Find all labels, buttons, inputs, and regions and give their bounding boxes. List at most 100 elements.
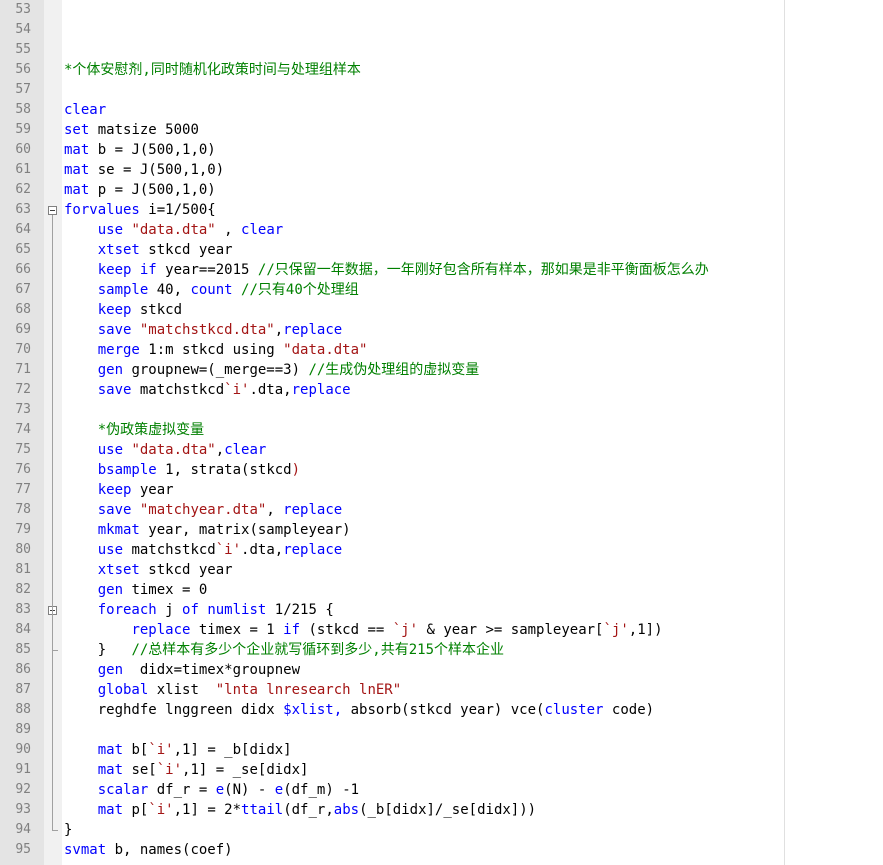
code-line[interactable]: 94}: [0, 820, 883, 840]
code-line[interactable]: 95 svmat b, names(coef): [0, 840, 883, 860]
code-token: matchstkcd: [123, 542, 216, 558]
code-line[interactable]: 92 scalar df_r = e(N) - e(df_m) -1: [0, 780, 883, 800]
code-line[interactable]: 74 *伪政策虚拟变量: [0, 420, 883, 440]
code-token: groupnew=(_merge==3): [123, 362, 309, 378]
code-token: *个体安慰剂,同时随机化政策时间与处理组样本: [64, 62, 361, 78]
code-line[interactable]: 59 set matsize 5000: [0, 120, 883, 140]
code-token: b = J(500,1,0): [89, 142, 216, 158]
code-token: se[: [123, 762, 157, 778]
line-number: 94: [15, 822, 31, 837]
code-line[interactable]: 57: [0, 80, 883, 100]
code-line[interactable]: 61 mat se = J(500,1,0): [0, 160, 883, 180]
code-token: mat: [64, 142, 90, 158]
fold-collapse-icon[interactable]: [48, 206, 57, 215]
code-line[interactable]: 56 *个体安慰剂,同时随机化政策时间与处理组样本: [0, 60, 883, 80]
code-text: use matchstkcd`i'.dta,replace: [64, 540, 342, 560]
fold-end-marker: [52, 830, 58, 831]
code-line[interactable]: 88 reghdfe lnggreen didx $xlist, absorb(…: [0, 700, 883, 720]
code-line[interactable]: 58 clear: [0, 100, 883, 120]
code-line[interactable]: 71 gen groupnew=(_merge==3) //生成伪处理组的虚拟变…: [0, 360, 883, 380]
code-line[interactable]: 62 mat p = J(500,1,0): [0, 180, 883, 200]
code-line[interactable]: 78 save "matchyear.dta", replace: [0, 500, 883, 520]
code-line[interactable]: 67 sample 40, count //只有40个处理组: [0, 280, 883, 300]
code-line[interactable]: 60 mat b = J(500,1,0): [0, 140, 883, 160]
code-token: ,: [274, 322, 284, 338]
code-text: bsample 1, strata(stkcd): [64, 460, 300, 480]
code-line[interactable]: 64 use "data.dta" , clear: [0, 220, 883, 240]
code-line[interactable]: 82 gen timex = 0: [0, 580, 883, 600]
code-line[interactable]: 90 mat b[`i',1] = _b[didx]: [0, 740, 883, 760]
code-token: ,1]): [628, 622, 663, 638]
code-line[interactable]: 77 keep year: [0, 480, 883, 500]
code-token: "matchstkcd.dta": [139, 322, 275, 338]
code-line[interactable]: 86 gen didx=timex*groupnew: [0, 660, 883, 680]
code-line[interactable]: 53: [0, 0, 883, 20]
code-token: abs: [333, 802, 360, 818]
code-line[interactable]: 55: [0, 40, 883, 60]
code-token: *伪政策虚拟变量: [97, 422, 205, 438]
code-token: `i': [148, 802, 174, 818]
code-token: of: [182, 602, 199, 618]
code-line[interactable]: 54: [0, 20, 883, 40]
code-token: j: [156, 602, 183, 618]
code-token: mat: [97, 762, 124, 778]
code-line[interactable]: 81 xtset stkcd year: [0, 560, 883, 580]
line-number: 70: [15, 342, 31, 357]
code-token: absorb(stkcd year) vce(: [342, 702, 545, 718]
code-token: global: [97, 682, 149, 698]
code-token: year: [131, 482, 174, 498]
code-token: mat: [64, 182, 90, 198]
code-token: "matchyear.dta": [139, 502, 267, 518]
code-token: stkcd: [249, 462, 292, 478]
code-text: mat p = J(500,1,0): [64, 180, 216, 200]
code-line[interactable]: 66 keep if year==2015 //只保留一年数据，一年刚好包含所有…: [0, 260, 883, 280]
code-line[interactable]: 93 mat p[`i',1] = 2*ttail(df_r,abs(_b[di…: [0, 800, 883, 820]
code-text: replace timex = 1 if (stkcd == `j' & yea…: [64, 620, 663, 640]
line-number: 68: [15, 302, 31, 317]
code-line[interactable]: 79 mkmat year, matrix(sampleyear): [0, 520, 883, 540]
line-number: 76: [15, 462, 31, 477]
code-token: count: [190, 282, 233, 298]
code-line[interactable]: 91 mat se[`i',1] = _se[didx]: [0, 760, 883, 780]
code-line[interactable]: 89: [0, 720, 883, 740]
code-line[interactable]: 76 bsample 1, strata(stkcd): [0, 460, 883, 480]
code-line[interactable]: 83 foreach j of numlist 1/215 {: [0, 600, 883, 620]
line-number: 55: [15, 42, 31, 57]
code-token: xtset: [97, 242, 140, 258]
code-text: *伪政策虚拟变量: [64, 420, 204, 440]
code-token: ,: [215, 222, 242, 238]
code-line[interactable]: 80 use matchstkcd`i'.dta,replace: [0, 540, 883, 560]
code-text: reghdfe lnggreen didx $xlist, absorb(stk…: [64, 700, 654, 720]
code-line[interactable]: 63 forvalues i=1/500{: [0, 200, 883, 220]
code-editor[interactable]: 53 54 55 56 *个体安慰剂,同时随机化政策时间与处理组样本 57 58 clear 5…: [0, 0, 883, 865]
code-token: df_r =: [148, 782, 216, 798]
code-token: didx=timex*groupnew: [123, 662, 301, 678]
code-text: keep stkcd: [64, 300, 182, 320]
code-text: svmat b, names(coef): [64, 840, 233, 860]
code-line[interactable]: 85 } //总样本有多少个企业就写循环到多少,共有215个样本企业: [0, 640, 883, 660]
code-token: keep: [97, 302, 132, 318]
code-line[interactable]: 75 use "data.dta",clear: [0, 440, 883, 460]
code-token: .dta,: [241, 542, 284, 558]
code-line[interactable]: 68 keep stkcd: [0, 300, 883, 320]
code-text: global xlist "lnta lnresearch lnER": [64, 680, 401, 700]
code-line[interactable]: 73: [0, 400, 883, 420]
line-number: 56: [15, 62, 31, 77]
code-token: ,1] = _se[didx]: [182, 762, 309, 778]
code-token: save: [97, 322, 132, 338]
code-line[interactable]: 70 merge 1:m stkcd using "data.dta": [0, 340, 883, 360]
code-line[interactable]: 87 global xlist "lnta lnresearch lnER": [0, 680, 883, 700]
code-line[interactable]: 69 save "matchstkcd.dta",replace: [0, 320, 883, 340]
code-line[interactable]: 84 replace timex = 1 if (stkcd == `j' & …: [0, 620, 883, 640]
code-line[interactable]: 72 save matchstkcd`i'.dta,replace: [0, 380, 883, 400]
code-line[interactable]: 65 xtset stkcd year: [0, 240, 883, 260]
code-text: merge 1:m stkcd using "data.dta": [64, 340, 368, 360]
code-token: keep: [97, 482, 132, 498]
